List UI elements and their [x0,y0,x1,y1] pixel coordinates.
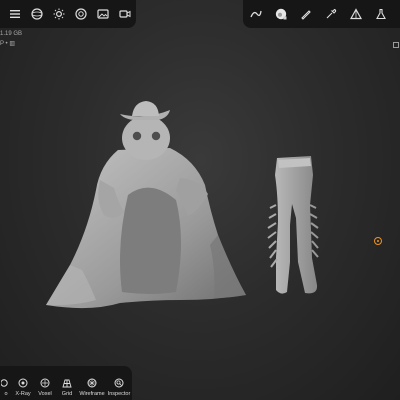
xray-icon [18,378,28,388]
grid-button[interactable]: Grid [56,367,78,397]
voxel-button[interactable]: Voxel [34,367,56,397]
bottom-tool-label: o [4,391,8,397]
inspector-label: Inspector [107,391,131,397]
xray-label: X-Ray [15,391,31,397]
pants-model[interactable] [267,156,319,294]
inspector-icon [114,378,124,388]
ghost-model[interactable] [46,101,246,309]
inspector-button[interactable]: Inspector [106,367,132,397]
voxel-icon [40,378,50,388]
wireframe-icon [87,378,97,388]
viewport[interactable] [0,0,400,400]
wireframe-label: Wireframe [79,391,105,397]
bottom-toolbar: o X-Ray Voxel Grid Wireframe Inspector [0,366,132,400]
grid-icon [62,379,72,388]
voxel-label: Voxel [38,391,52,397]
pivot-icon[interactable] [374,237,382,245]
partial-icon [1,379,8,387]
wireframe-button[interactable]: Wireframe [78,367,106,397]
bottom-tool-partial[interactable]: o [0,367,12,397]
grid-label: Grid [61,391,73,397]
xray-button[interactable]: X-Ray [12,367,34,397]
